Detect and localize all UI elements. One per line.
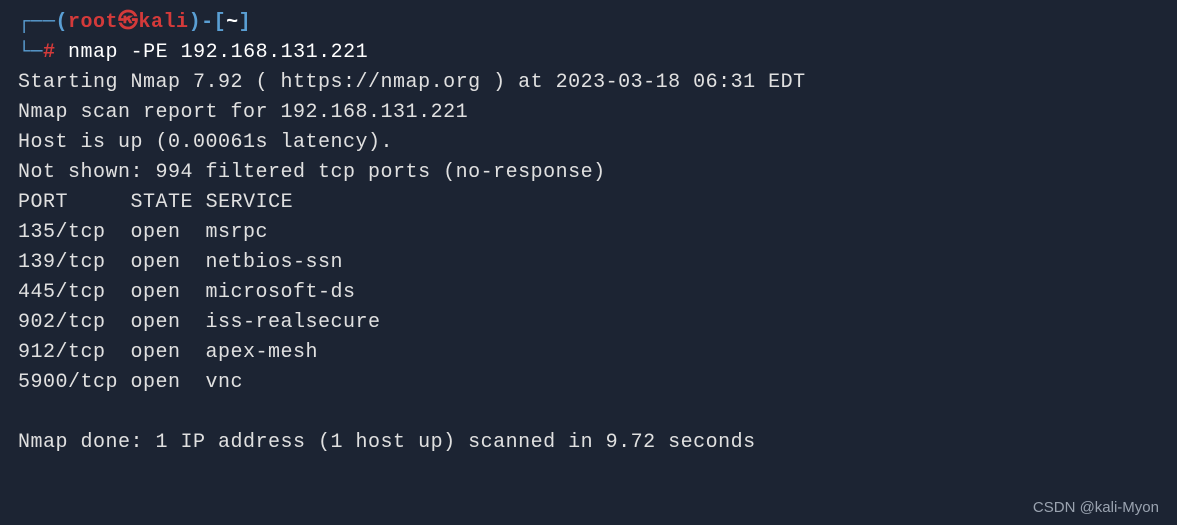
output-not-shown: Not shown: 994 filtered tcp ports (no-re… — [18, 158, 1159, 188]
command-target: 192.168.131.221 — [181, 41, 369, 64]
output-starting: Starting Nmap 7.92 ( https://nmap.org ) … — [18, 68, 1159, 98]
table-row: 912/tcp open apex-mesh — [18, 338, 1159, 368]
header-state: STATE — [131, 191, 194, 214]
bracket-open: [ — [214, 11, 227, 34]
prompt-line-1: ┌──(root㉿kali)-[~] — [18, 8, 1159, 38]
ports-header: PORT STATE SERVICE — [18, 188, 1159, 218]
prompt-line-2: └─# nmap -PE 192.168.131.221 — [18, 38, 1159, 68]
table-row: 5900/tcp open vnc — [18, 368, 1159, 398]
output-scan-report: Nmap scan report for 192.168.131.221 — [18, 98, 1159, 128]
bracket-close: ] — [239, 11, 252, 34]
ports-table: 135/tcp open msrpc139/tcp open netbios-s… — [18, 218, 1159, 398]
prompt-corner-top: ┌── — [18, 11, 56, 34]
header-service: SERVICE — [206, 191, 294, 214]
command-flag: -PE — [131, 41, 169, 64]
paren-close: ) — [189, 11, 202, 34]
output-done: Nmap done: 1 IP address (1 host up) scan… — [18, 428, 1159, 458]
prompt-corner-bottom: └─ — [18, 41, 43, 64]
output-host-up: Host is up (0.00061s latency). — [18, 128, 1159, 158]
prompt-hostname: kali — [139, 11, 189, 34]
header-port: PORT — [18, 191, 68, 214]
watermark: CSDN @kali-Myon — [1033, 497, 1159, 520]
table-row: 445/tcp open microsoft-ds — [18, 278, 1159, 308]
prompt-at-icon: ㉿ — [118, 11, 139, 34]
table-row: 902/tcp open iss-realsecure — [18, 308, 1159, 338]
prompt-hash: # — [43, 41, 56, 64]
prompt-dash: - — [201, 11, 214, 34]
blank-line — [18, 398, 1159, 428]
table-row: 139/tcp open netbios-ssn — [18, 248, 1159, 278]
table-row: 135/tcp open msrpc — [18, 218, 1159, 248]
terminal-content[interactable]: ┌──(root㉿kali)-[~] └─# nmap -PE 192.168.… — [18, 8, 1159, 458]
paren-open: ( — [56, 11, 69, 34]
prompt-cwd: ~ — [226, 11, 239, 34]
command-name: nmap — [68, 41, 118, 64]
prompt-user: root — [68, 11, 118, 34]
